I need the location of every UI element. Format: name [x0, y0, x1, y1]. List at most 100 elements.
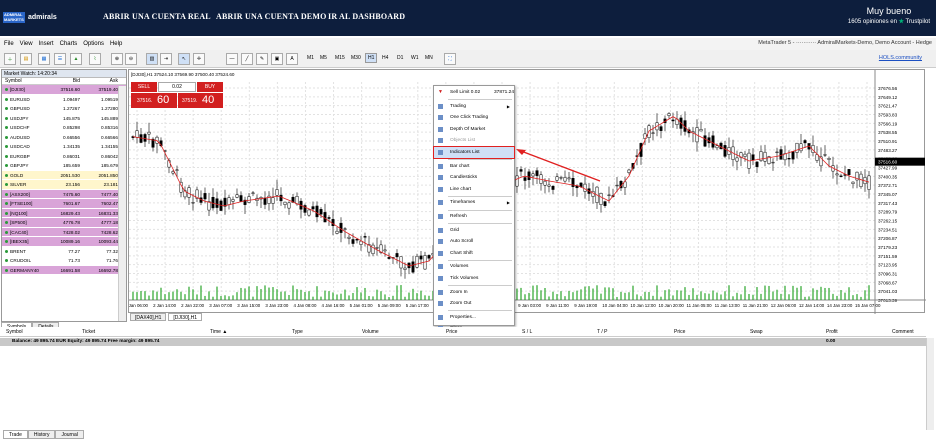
menu-item-bar-chart[interactable]: Bar chart [434, 161, 514, 172]
col-current-price[interactable]: Price [674, 327, 685, 337]
tf-h4[interactable]: H4 [382, 55, 388, 61]
lot-size-input[interactable]: 0.02 [158, 82, 196, 92]
hols-community-link[interactable]: HOLS.community [879, 55, 922, 61]
text-label-icon[interactable]: ✎ [256, 53, 268, 65]
menu-help[interactable]: Help [110, 41, 122, 47]
col-swap[interactable]: Swap [750, 327, 763, 337]
col-symbol[interactable]: Symbol [6, 327, 23, 337]
col-sl[interactable]: S / L [522, 327, 532, 337]
col-time[interactable]: Time ▲ [210, 327, 227, 337]
col-volume[interactable]: Volume [362, 327, 379, 337]
crosshair-icon[interactable]: ✛ [193, 53, 205, 65]
market-watch-row[interactable]: USDJPY 145.875 145.889 [2, 113, 126, 123]
market-watch-row[interactable]: SILVER 23.156 23.181 [2, 180, 126, 190]
buy-price-box[interactable]: 37519. 40 [178, 93, 223, 108]
col-type[interactable]: Type [292, 327, 303, 337]
col-profit[interactable]: Profit [826, 327, 838, 337]
menu-item-one-click-trading[interactable]: One Click Trading [434, 112, 514, 123]
col-tp[interactable]: T / P [597, 327, 607, 337]
chart-type-icon[interactable]: ⌇ [89, 53, 101, 65]
menu-item-zoom-out[interactable]: Zoom Out [434, 298, 514, 309]
tf-m30[interactable]: M30 [351, 55, 361, 61]
buy-button[interactable]: BUY [197, 82, 223, 92]
market-watch-row[interactable]: GBPUSD 1.27267 1.27280 [2, 104, 126, 114]
hline-icon[interactable]: — [226, 53, 238, 65]
menu-item-chart-shift[interactable]: Chart Shift [434, 248, 514, 259]
market-watch-row[interactable]: [FTSE100] 7601.67 7602.47 [2, 199, 126, 209]
menu-file[interactable]: File [4, 41, 14, 47]
price-chart[interactable]: 37676.56 37649.12 37621.47 37593.83 37566.19… [129, 70, 926, 314]
algo-trading-icon[interactable]: ▲ [70, 53, 82, 65]
menu-item-candlesticks[interactable]: Candlesticks [434, 172, 514, 183]
tab-trade[interactable]: Trade [3, 430, 28, 439]
col-ticket[interactable]: Ticket [82, 327, 95, 337]
menu-item-timeframes[interactable]: Timeframes ▶ [434, 197, 514, 208]
market-watch-row[interactable]: GERMANY40 16691.58 16692.78 [2, 265, 126, 275]
sell-button[interactable]: SELL [131, 82, 157, 92]
terminal-scrollbar[interactable] [926, 338, 934, 430]
market-watch-row[interactable]: USDCHF 0.85298 0.85316 [2, 123, 126, 133]
menu-item-auto-scroll[interactable]: Auto Scroll [434, 236, 514, 247]
chart-shift-icon[interactable]: ⇥ [160, 53, 172, 65]
col-bid[interactable]: Bid [42, 78, 82, 84]
col-ask[interactable]: Ask [82, 78, 120, 84]
admirals-logo[interactable]: ADMIRAL MARKETS admirals [3, 12, 57, 23]
shapes-icon[interactable]: ▣ [271, 53, 283, 65]
menu-item-properties[interactable]: Properties... [434, 312, 514, 323]
menu-item-depth-of-market[interactable]: Depth Of Market [434, 124, 514, 135]
market-watch-row[interactable]: EURUSD 1.09497 1.09519 [2, 94, 126, 104]
market-watch-row[interactable]: [IBEX35] 10089.16 10093.44 [2, 237, 126, 247]
nav-dashboard[interactable]: IR AL DASHBOARD [328, 12, 405, 21]
tf-m15[interactable]: M15 [335, 55, 345, 61]
market-watch-icon[interactable]: ▦ [38, 53, 50, 65]
menu-item-zoom-in[interactable]: Zoom In [434, 287, 514, 298]
col-comment[interactable]: Comment [892, 327, 914, 337]
market-watch-row[interactable]: [DJI30] 37516.60 37519.40 [2, 85, 126, 95]
market-watch-row[interactable]: EURGBP 0.86031 0.86042 [2, 151, 126, 161]
fullscreen-icon[interactable]: ⛶ [444, 53, 456, 65]
chart-tab-dji30[interactable]: [DJI30],H1 [168, 313, 203, 321]
market-watch-row[interactable]: CRUDOIL 71.73 71.76 [2, 256, 126, 266]
cursor-icon[interactable]: ↖ [178, 53, 190, 65]
tf-h1[interactable]: H1 [365, 53, 378, 63]
menu-item-indicators-list[interactable]: Indicators List [433, 146, 515, 159]
chart-tab-dax40[interactable]: [DAX40],H1 [130, 313, 167, 321]
tf-m5[interactable]: M5 [320, 55, 327, 61]
tab-journal[interactable]: Journal [55, 430, 84, 439]
market-watch-row[interactable]: AUDUSD 0.66556 0.66566 [2, 132, 126, 142]
tf-d1[interactable]: D1 [397, 55, 403, 61]
text-icon[interactable]: A [286, 53, 298, 65]
market-watch-row[interactable]: [ASX200] 7475.60 7477.40 [2, 189, 126, 199]
menu-item-tick-volumes[interactable]: Tick Volumes [434, 273, 514, 284]
nav-demo-account[interactable]: ABRIR UNA CUENTA DEMO [216, 12, 327, 21]
navigator-icon[interactable]: ☰ [54, 53, 66, 65]
market-watch-row[interactable]: USDCAD 1.34135 1.34155 [2, 142, 126, 152]
tf-m1[interactable]: M1 [307, 55, 314, 61]
menu-view[interactable]: View [20, 41, 33, 47]
zoom-out-icon[interactable]: ⊖ [125, 53, 137, 65]
market-watch-row[interactable]: BRENT 77.27 77.32 [2, 246, 126, 256]
menu-insert[interactable]: Insert [39, 41, 54, 47]
menu-item-objects-list[interactable]: Objects List [434, 135, 514, 146]
market-watch-row[interactable]: [CAC40] 7428.02 7428.62 [2, 227, 126, 237]
menu-item-sell-limit-0-02[interactable]: ▼ Sell Limit 0.02 37871.24 [434, 87, 514, 98]
market-watch-scrollbar[interactable] [118, 86, 126, 321]
menu-item-line-chart[interactable]: Line chart [434, 184, 514, 195]
nav-real-account[interactable]: ABRIR UNA CUENTA REAL [103, 12, 211, 21]
menu-item-trading[interactable]: Trading ▶ [434, 101, 514, 112]
col-symbol[interactable]: Symbol [2, 78, 42, 84]
profiles-icon[interactable]: ▤ [20, 53, 32, 65]
trustpilot-widget[interactable]: Muy bueno 1605 opiniones en ★ Trustpilot [848, 6, 930, 25]
trendline-icon[interactable]: ╱ [241, 53, 253, 65]
col-price[interactable]: Price [446, 327, 457, 337]
market-watch-row[interactable]: [NQ100] 16829.43 16831.33 [2, 208, 126, 218]
tile-windows-icon[interactable]: ▥ [146, 53, 158, 65]
tab-history[interactable]: History [27, 430, 56, 439]
menu-item-volumes[interactable]: Volumes [434, 261, 514, 272]
market-watch-row[interactable]: GOLD 2051.530 2051.850 [2, 170, 126, 180]
tf-mn[interactable]: MN [425, 55, 433, 61]
menu-charts[interactable]: Charts [60, 41, 78, 47]
menu-item-refresh[interactable]: Refresh [434, 211, 514, 222]
new-chart-icon[interactable]: ＋ [4, 53, 16, 65]
tf-w1[interactable]: W1 [411, 55, 419, 61]
